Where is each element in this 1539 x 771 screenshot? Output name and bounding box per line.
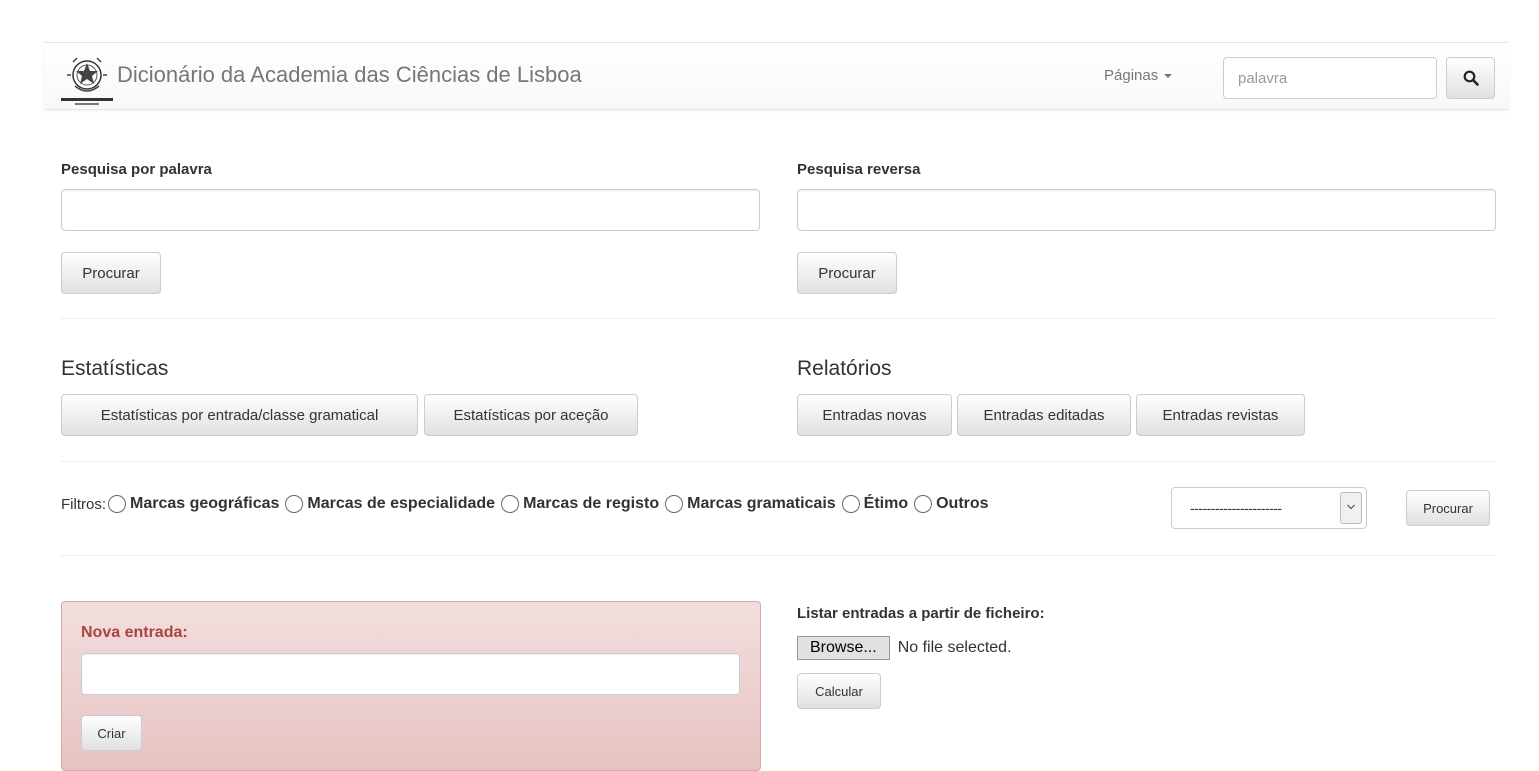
filter-specialty[interactable]: Marcas de especialidade xyxy=(285,495,495,513)
filter-etymon[interactable]: Étimo xyxy=(841,495,909,513)
filter-others-label: Outros xyxy=(936,495,989,512)
filter-search-button[interactable]: Procurar xyxy=(1406,490,1490,526)
browse-button[interactable]: Browse... xyxy=(797,636,890,660)
new-entry-input[interactable] xyxy=(81,653,740,695)
filter-register[interactable]: Marcas de registo xyxy=(501,495,659,513)
search-reverse-input[interactable] xyxy=(797,189,1496,231)
search-reverse-label: Pesquisa reversa xyxy=(797,161,921,178)
statistics-heading: Estatísticas xyxy=(61,357,169,380)
filter-geographic[interactable]: Marcas geográficas xyxy=(108,495,279,513)
filters-row: Filtros: Marcas geográficas Marcas de es… xyxy=(61,495,995,513)
search-icon xyxy=(1463,70,1479,86)
search-word-input[interactable] xyxy=(61,189,760,231)
chevron-down-icon[interactable] xyxy=(1340,492,1362,524)
radio-button[interactable] xyxy=(914,495,933,513)
filter-select-value: ---------------------- xyxy=(1190,500,1282,516)
radio-button[interactable] xyxy=(285,495,304,513)
radio-button[interactable] xyxy=(108,495,126,513)
radio-button[interactable] xyxy=(501,495,520,513)
filter-geographic-label: Marcas geográficas xyxy=(130,495,280,512)
brand-title[interactable]: Dicionário da Academia das Ciências de L… xyxy=(117,62,582,88)
file-input[interactable]: Browse... No file selected. xyxy=(797,636,1012,660)
pages-dropdown-label: Páginas xyxy=(1104,67,1159,84)
file-list-label: Listar entradas a partir de ficheiro: xyxy=(797,605,1045,622)
filter-grammatical[interactable]: Marcas gramaticais xyxy=(665,495,836,513)
new-entry-panel: Nova entrada: Criar xyxy=(61,601,761,771)
filter-others[interactable]: Outros xyxy=(914,495,989,513)
caret-down-icon xyxy=(1164,74,1173,79)
stats-by-entry-button[interactable]: Estatísticas por entrada/classe gramatic… xyxy=(61,394,418,436)
new-entry-title: Nova entrada: xyxy=(81,624,188,641)
new-entries-button[interactable]: Entradas novas xyxy=(797,394,952,436)
search-word-label: Pesquisa por palavra xyxy=(61,161,212,178)
divider xyxy=(61,555,1496,556)
radio-button[interactable] xyxy=(841,495,860,513)
radio-button[interactable] xyxy=(665,495,684,513)
edited-entries-button[interactable]: Entradas editadas xyxy=(957,394,1131,436)
filter-etymon-label: Étimo xyxy=(863,495,909,512)
navbar-search-input[interactable] xyxy=(1223,57,1437,99)
reports-heading: Relatórios xyxy=(797,357,892,380)
filter-specialty-label: Marcas de especialidade xyxy=(307,495,496,512)
search-reverse-button[interactable]: Procurar xyxy=(797,252,897,294)
reviewed-entries-button[interactable]: Entradas revistas xyxy=(1136,394,1305,436)
search-word-button[interactable]: Procurar xyxy=(61,252,161,294)
file-status: No file selected. xyxy=(897,639,1012,656)
navbar: Dicionário da Academia das Ciências de L… xyxy=(44,42,1509,110)
academy-logo[interactable] xyxy=(59,54,115,108)
calculate-button[interactable]: Calcular xyxy=(797,673,881,709)
filters-label: Filtros: xyxy=(61,495,106,513)
divider xyxy=(61,461,1496,462)
filter-grammatical-label: Marcas gramaticais xyxy=(687,495,836,512)
pages-dropdown[interactable]: Páginas xyxy=(1104,67,1173,84)
stats-by-sense-button[interactable]: Estatísticas por aceção xyxy=(424,394,638,436)
filter-register-label: Marcas de registo xyxy=(523,495,660,512)
filter-select[interactable]: ---------------------- xyxy=(1171,487,1367,529)
navbar-search-button[interactable] xyxy=(1446,57,1495,99)
create-entry-button[interactable]: Criar xyxy=(81,715,142,751)
divider xyxy=(61,318,1496,319)
